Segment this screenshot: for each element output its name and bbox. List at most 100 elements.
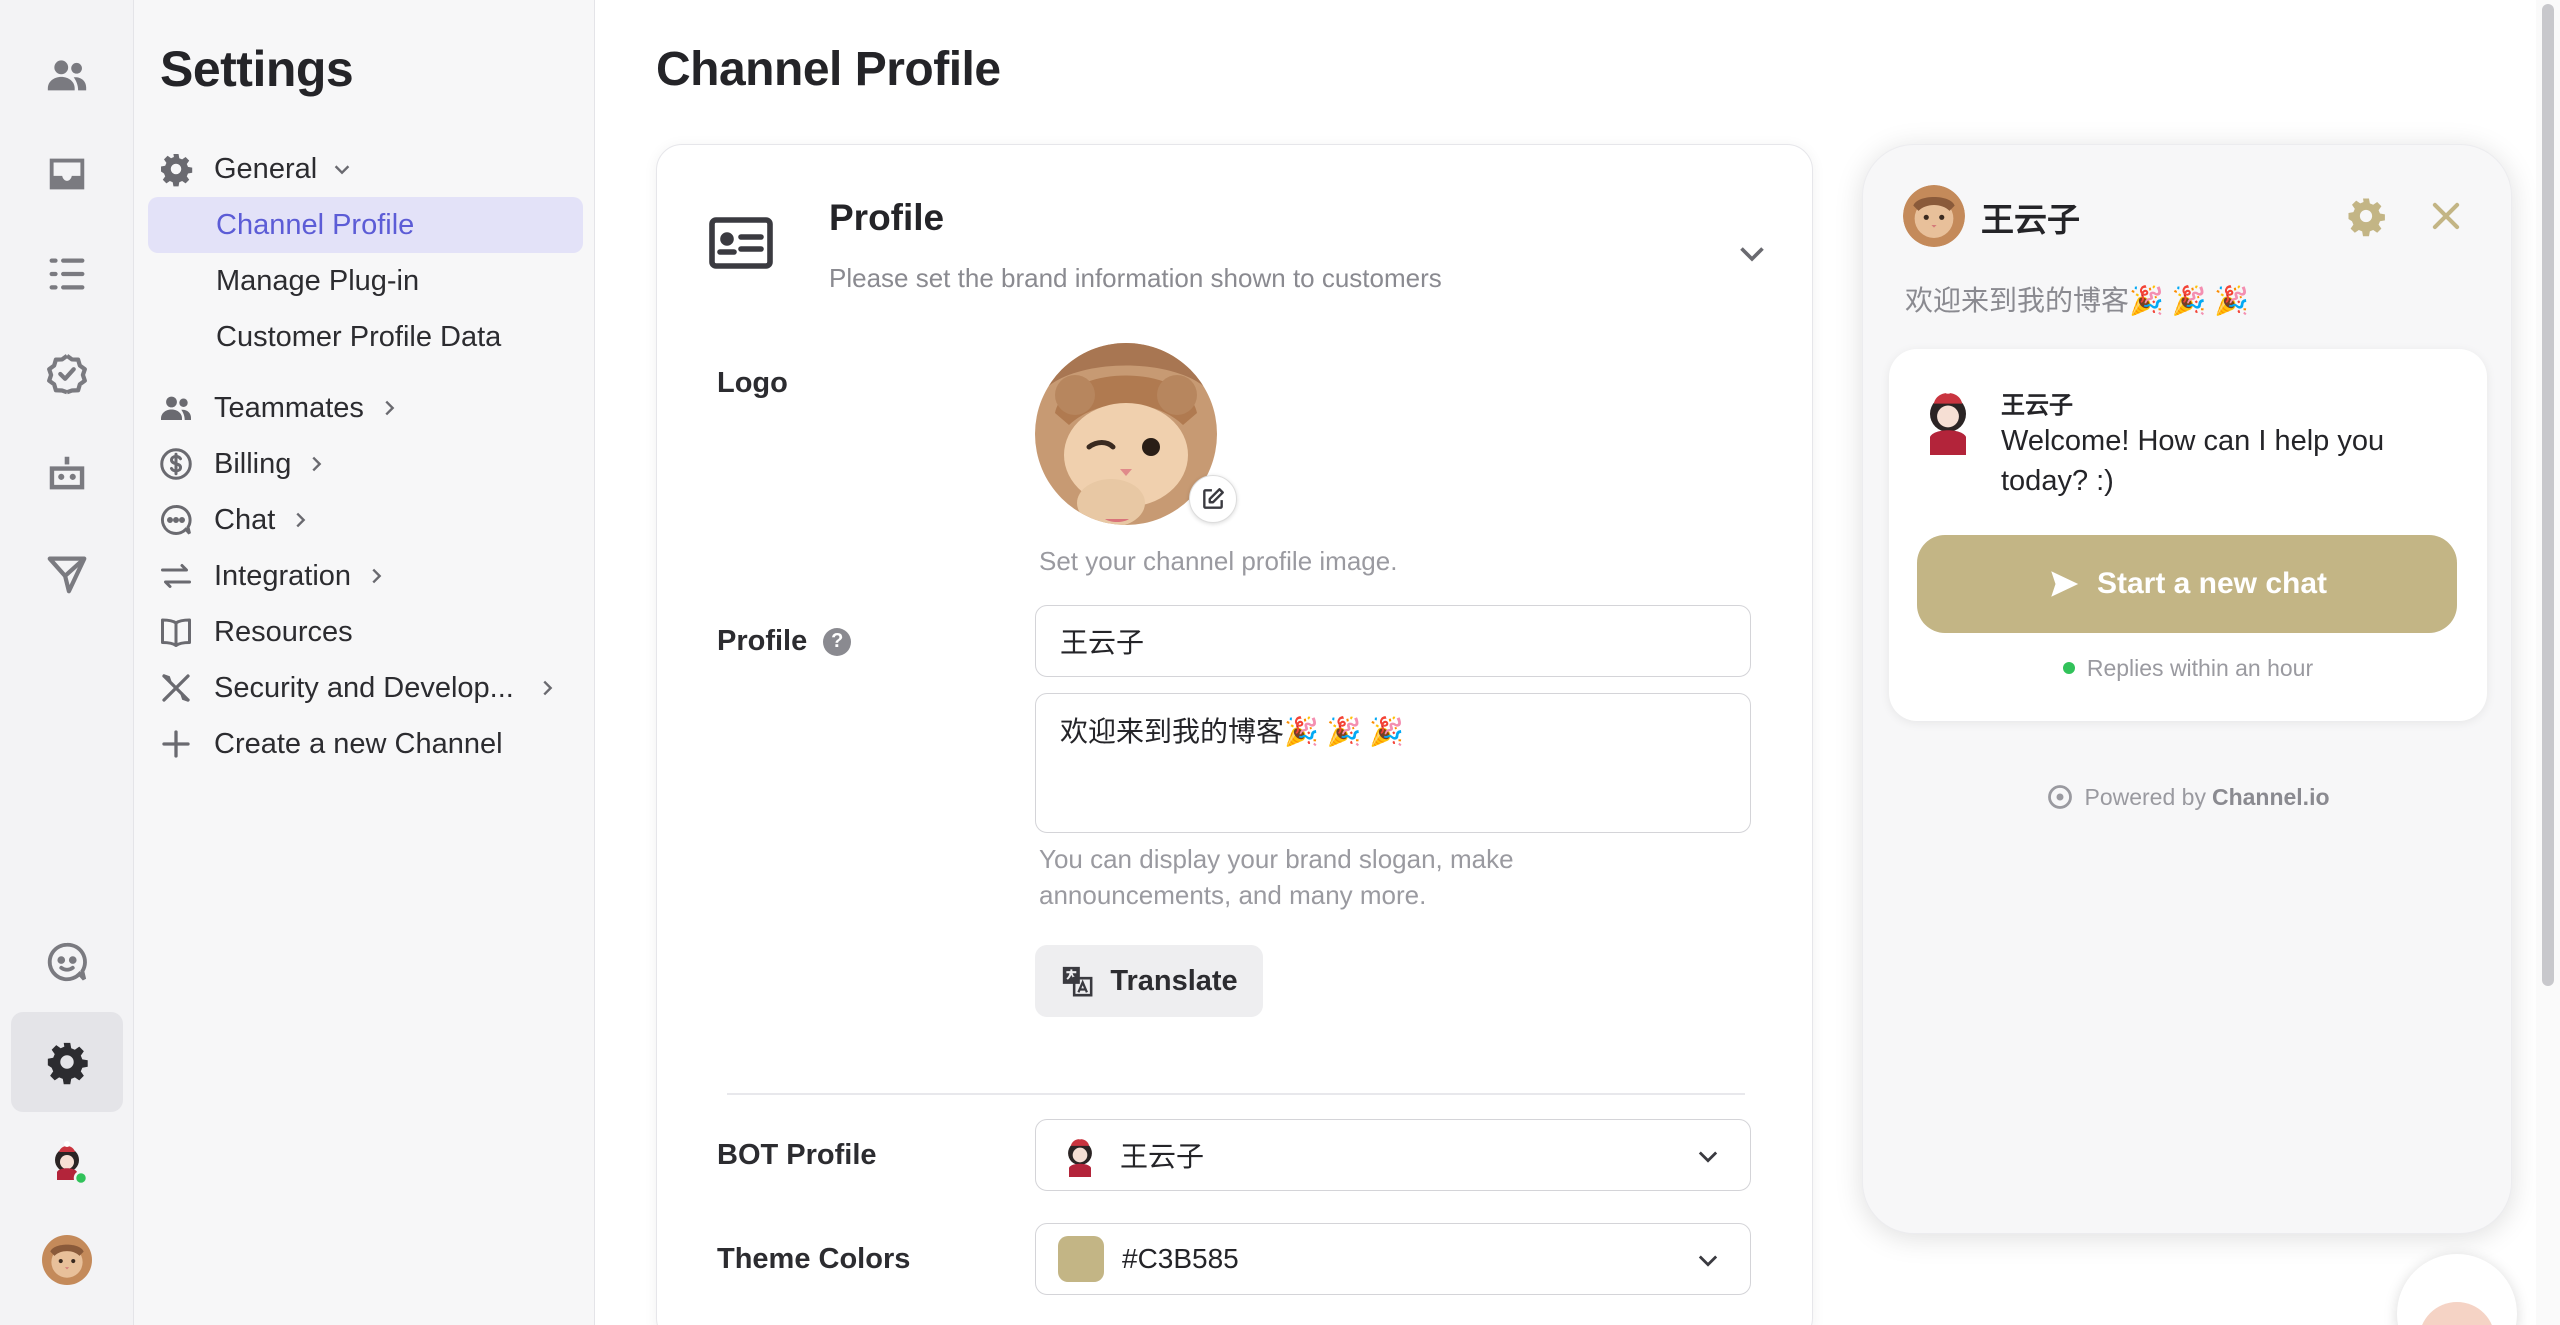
sidebar-item-create-channel[interactable]: Create a new Channel [148,716,583,772]
sidebar-item-customer-profile-data[interactable]: Customer Profile Data [148,309,583,365]
gear-icon[interactable] [2345,195,2387,237]
chevron-down-icon [1698,1255,1718,1267]
sidebar-item-label: Create a new Channel [214,727,503,760]
sidebar-item-teammates[interactable]: Teammates [148,380,583,436]
main-content: Channel Profile Profile Please set the b… [595,0,2560,1325]
send-icon [2051,571,2079,597]
sidebar-item-resources[interactable]: Resources [148,604,583,660]
powered-by[interactable]: Powered by Channel.io [1863,783,2513,811]
sidebar-item-label: Customer Profile Data [216,320,502,353]
translate-label: Translate [1110,964,1238,997]
messenger-preview: 王云子 欢迎来到我的博客🎉 🎉 🎉 王云子 Welcome! How can I… [1862,144,2512,1234]
rail-teammates-button[interactable] [11,25,123,125]
sidebar-item-label: Manage Plug-in [216,264,420,297]
rail-badge-button[interactable] [11,324,123,424]
bot-avatar-icon [55,1141,89,1186]
profile-name-input[interactable]: 王云子 [1035,605,1751,677]
rail-inbox-button[interactable] [11,124,123,224]
preview-welcome-message: Welcome! How can I help you today? :) [2001,425,2385,497]
bot-icon [49,456,85,490]
chevron-right-icon [385,400,395,416]
tools-icon [162,674,190,702]
book-icon [161,618,191,647]
preview-welcome-card: 王云子 Welcome! How can I help you today? :… [1889,349,2487,721]
sidebar-item-integration[interactable]: Integration [148,548,583,604]
chevron-right-icon [296,512,306,528]
sidebar-item-label: Billing [214,447,292,480]
inbox-icon [49,158,85,190]
logo-label: Logo [717,367,788,399]
close-icon[interactable] [2427,197,2465,235]
cat-avatar-icon [1903,185,1965,247]
scroll-thumb[interactable] [2542,4,2554,986]
sidebar-item-label: Resources [214,615,353,648]
sidebar-item-billing[interactable]: Billing [148,436,583,492]
profile-card: Profile Please set the brand information… [656,144,1813,1325]
sidebar-title: Settings [160,41,354,97]
users-icon [161,396,191,420]
chat-icon [160,504,192,535]
preview-channel-name: 王云子 [1981,201,2080,238]
rail-bot-avatar[interactable] [11,1112,123,1212]
powered-prefix: Powered by [2084,783,2206,810]
theme-color-select[interactable]: #C3B585 [1035,1223,1751,1295]
icon-rail [0,0,134,1325]
sidebar-item-general[interactable]: General [148,141,583,197]
channel-logo-icon [2048,785,2073,809]
sidebar-item-label: Integration [214,559,352,592]
sidebar-item-manage-plugin[interactable]: Manage Plug-in [148,253,583,309]
powered-brand: Channel.io [2211,783,2330,810]
id-card-icon [709,217,773,269]
rail-bot-button[interactable] [11,424,123,524]
scrollbar[interactable] [2536,0,2560,1325]
rail-user-avatar[interactable] [11,1210,123,1310]
description-hint-line2: announcements, and many more. [1039,880,1427,910]
badge-check-icon [47,354,87,395]
preview-description: 欢迎来到我的博客🎉 🎉 🎉 [1905,285,2250,316]
rail-settings-button[interactable] [11,1012,123,1112]
preview-bot-name: 王云子 [2001,392,2073,419]
start-new-chat-button[interactable]: Start a new chat [1917,535,2457,633]
bot-profile-value: 王云子 [1120,1141,1205,1172]
theme-color-swatch [1058,1236,1104,1282]
logo-hint: Set your channel profile image. [1039,546,1398,576]
bot-profile-label: BOT Profile [717,1139,877,1171]
bot-avatar-icon [1068,1133,1092,1177]
settings-sidebar: Settings General Channel Profile Manage … [134,0,595,1325]
edit-logo-button[interactable] [1189,475,1237,523]
sidebar-item-label: Chat [214,503,276,536]
chevron-down-icon [334,165,350,175]
translate-button[interactable]: Translate [1035,945,1263,1017]
sidebar-item-label: General [214,152,318,185]
plus-icon [162,730,190,758]
sidebar-item-channel-profile[interactable]: Channel Profile [148,197,583,253]
chevron-right-icon [312,456,322,472]
chat-face-icon [2422,1302,2492,1325]
online-dot [2062,662,2075,674]
description-hint-line1: You can display your brand slogan, make [1039,844,1514,874]
rail-send-button[interactable] [11,524,123,624]
card-subtitle: Please set the brand information shown t… [829,263,1442,293]
messenger-launcher-button[interactable] [2397,1254,2517,1325]
start-new-chat-label: Start a new chat [2096,567,2328,600]
bot-profile-select[interactable]: 王云子 [1035,1119,1751,1191]
chevron-right-icon [372,568,382,584]
users-icon [47,60,87,91]
sidebar-item-label: Security and Develop... [214,671,514,704]
replies-text: Replies within an hour [2086,655,2314,681]
chevron-down-icon[interactable] [1734,235,1770,271]
rail-list-button[interactable] [11,224,123,324]
card-title: Profile [829,197,945,238]
help-icon[interactable]: ? [823,627,852,656]
rail-chat-face-button[interactable] [11,912,123,1012]
arrows-icon [161,564,191,588]
theme-colors-label: Theme Colors [717,1243,911,1275]
chat-face-icon [47,942,87,982]
sidebar-item-label: Teammates [214,391,364,424]
sidebar-item-chat[interactable]: Chat [148,492,583,548]
profile-description-textarea[interactable]: 欢迎来到我的博客🎉 🎉 🎉 [1035,693,1751,833]
list-icon [49,258,85,290]
sidebar-item-label: Channel Profile [216,208,415,241]
sidebar-item-security[interactable]: Security and Develop... [148,660,583,716]
edit-icon [1203,488,1224,509]
